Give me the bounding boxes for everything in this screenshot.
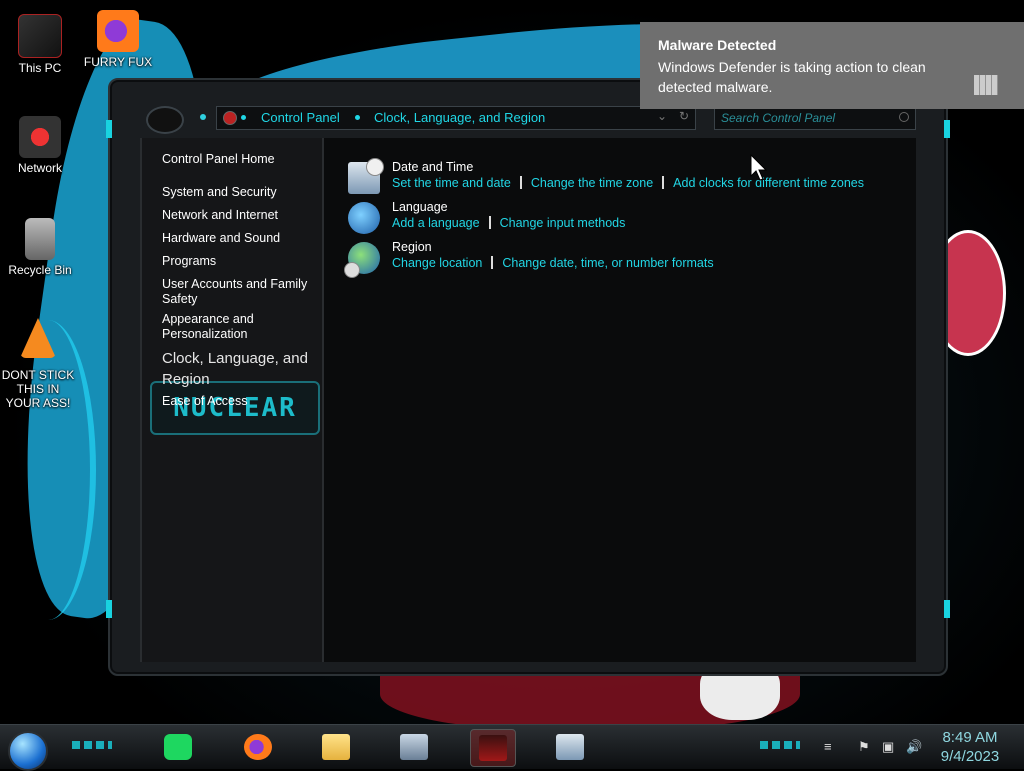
link-separator	[662, 176, 665, 189]
category-title[interactable]: Region	[392, 240, 432, 254]
breadcrumb-separator-icon	[241, 115, 246, 120]
network-icon	[19, 116, 61, 158]
vlc-cone-icon	[20, 318, 56, 358]
toast-body: Windows Defender is taking action to cle…	[658, 59, 926, 95]
desktop-icon-this-pc[interactable]: This PC	[2, 14, 78, 75]
clock-date[interactable]: 9/4/2023	[930, 748, 1010, 765]
add-language-link[interactable]: Add a language	[392, 216, 480, 230]
change-location-link[interactable]: Change location	[392, 256, 482, 270]
link-separator	[488, 216, 491, 229]
clock-time[interactable]: 8:49 AM	[930, 729, 1010, 746]
change-time-zone-link[interactable]: Change the time zone	[531, 176, 653, 190]
address-bar[interactable]: Control Panel Clock, Language, and Regio…	[216, 106, 696, 130]
action-center-flag-icon[interactable]: ⚑	[858, 739, 870, 755]
taskbar-app-file-explorer[interactable]	[314, 729, 358, 765]
taskbar-deco	[760, 741, 800, 749]
sidebar-item-system-security[interactable]: System and Security	[162, 185, 312, 200]
malware-toast-notification[interactable]: Malware Detected Windows Defender is tak…	[640, 22, 1024, 109]
desktop-icon-label: DONT STICK THIS IN YOUR ASS!	[1, 368, 75, 410]
desktop-icon-vlc[interactable]: DONT STICK THIS IN YOUR ASS!	[0, 318, 76, 410]
sidebar-item-appearance[interactable]: Appearance and Personalization	[162, 312, 312, 342]
file-explorer-icon	[322, 734, 350, 760]
category-title[interactable]: Language	[392, 200, 448, 214]
sidebar: Control Panel Home System and Security N…	[140, 138, 325, 662]
desktop-icon-label: Network	[17, 161, 62, 175]
taskbar-app-spotify[interactable]	[156, 729, 200, 765]
volume-icon[interactable]: 🔊	[906, 739, 922, 755]
link-separator	[491, 256, 494, 269]
search-input[interactable]	[719, 108, 903, 128]
search-box[interactable]	[714, 106, 916, 130]
category-links: Add a language Change input methods	[392, 216, 625, 230]
show-hidden-icons-icon[interactable]: ≡	[824, 739, 832, 754]
region-icon[interactable]	[344, 242, 380, 278]
defender-icon	[974, 75, 998, 95]
content-pane: Date and Time Set the time and date Chang…	[324, 138, 916, 662]
sidebar-item-network-internet[interactable]: Network and Internet	[162, 208, 312, 223]
window-edge-light	[944, 120, 950, 138]
taskbar: ≡ ⚑ ▣ 🔊 8:49 AM 9/4/2023	[0, 724, 1024, 771]
sidebar-item-hardware-sound[interactable]: Hardware and Sound	[162, 231, 312, 246]
start-button[interactable]	[8, 731, 48, 771]
recycle-bin-icon	[25, 218, 55, 260]
refresh-icon[interactable]: ↻	[679, 109, 689, 123]
firefox-icon	[97, 10, 139, 52]
firefox-icon	[244, 734, 272, 760]
change-formats-link[interactable]: Change date, time, or number formats	[502, 256, 713, 270]
category-links: Set the time and date Change the time zon…	[392, 176, 864, 190]
desktop-icon-firefox[interactable]: FURRY FUX	[80, 10, 156, 69]
toast-title: Malware Detected	[658, 37, 777, 53]
network-tray-icon[interactable]: ▣	[882, 739, 894, 755]
change-input-methods-link[interactable]: Change input methods	[500, 216, 626, 230]
date-time-icon	[556, 734, 584, 760]
spotify-icon	[164, 734, 192, 760]
system-monitor-icon	[400, 734, 428, 760]
desktop-icon-label: This PC	[18, 61, 62, 75]
red-app-icon	[479, 735, 507, 761]
breadcrumb-current[interactable]: Clock, Language, and Region	[374, 110, 545, 125]
category-title[interactable]: Date and Time	[392, 160, 473, 174]
this-pc-icon	[18, 14, 62, 58]
sidebar-item-programs[interactable]: Programs	[162, 254, 312, 269]
link-separator	[519, 176, 522, 189]
window-edge-light	[944, 600, 950, 618]
language-icon[interactable]	[348, 202, 380, 234]
back-forward-button[interactable]	[146, 106, 184, 134]
sidebar-item-user-accounts[interactable]: User Accounts and Family Safety	[162, 277, 312, 307]
chevron-down-icon[interactable]: ⌄	[657, 109, 667, 123]
desktop-icon-label: FURRY FUX	[83, 55, 153, 69]
desktop-icon-label: Recycle Bin	[8, 263, 72, 277]
nav-dot-icon	[200, 114, 206, 120]
category-links: Change location Change date, time, or num…	[392, 256, 714, 270]
control-panel-window[interactable]: Control Panel Clock, Language, and Regio…	[106, 78, 950, 676]
sidebar-item-clock-language-region: Clock, Language, and Region	[162, 350, 308, 388]
taskbar-app-firefox[interactable]	[236, 729, 280, 765]
desktop-icon-network[interactable]: Network	[2, 116, 78, 175]
desktop-icon-recycle-bin[interactable]: Recycle Bin	[2, 218, 78, 277]
window-edge-light	[106, 120, 112, 138]
sidebar-item-home[interactable]: Control Panel Home	[162, 152, 312, 167]
taskbar-deco	[72, 741, 112, 749]
breadcrumb-control-panel[interactable]: Control Panel	[261, 110, 340, 125]
taskbar-app-active[interactable]	[470, 729, 516, 767]
taskbar-app-system-monitor[interactable]	[392, 729, 436, 765]
breadcrumb-separator-icon	[355, 115, 360, 120]
control-panel-icon	[223, 111, 237, 125]
sidebar-item-ease-of-access[interactable]: Ease of Access	[162, 394, 312, 409]
search-icon[interactable]	[899, 112, 909, 122]
set-time-date-link[interactable]: Set the time and date	[392, 176, 511, 190]
taskbar-app-date-time[interactable]	[548, 729, 592, 765]
window-edge-light	[106, 600, 112, 618]
date-time-icon[interactable]	[348, 158, 384, 194]
